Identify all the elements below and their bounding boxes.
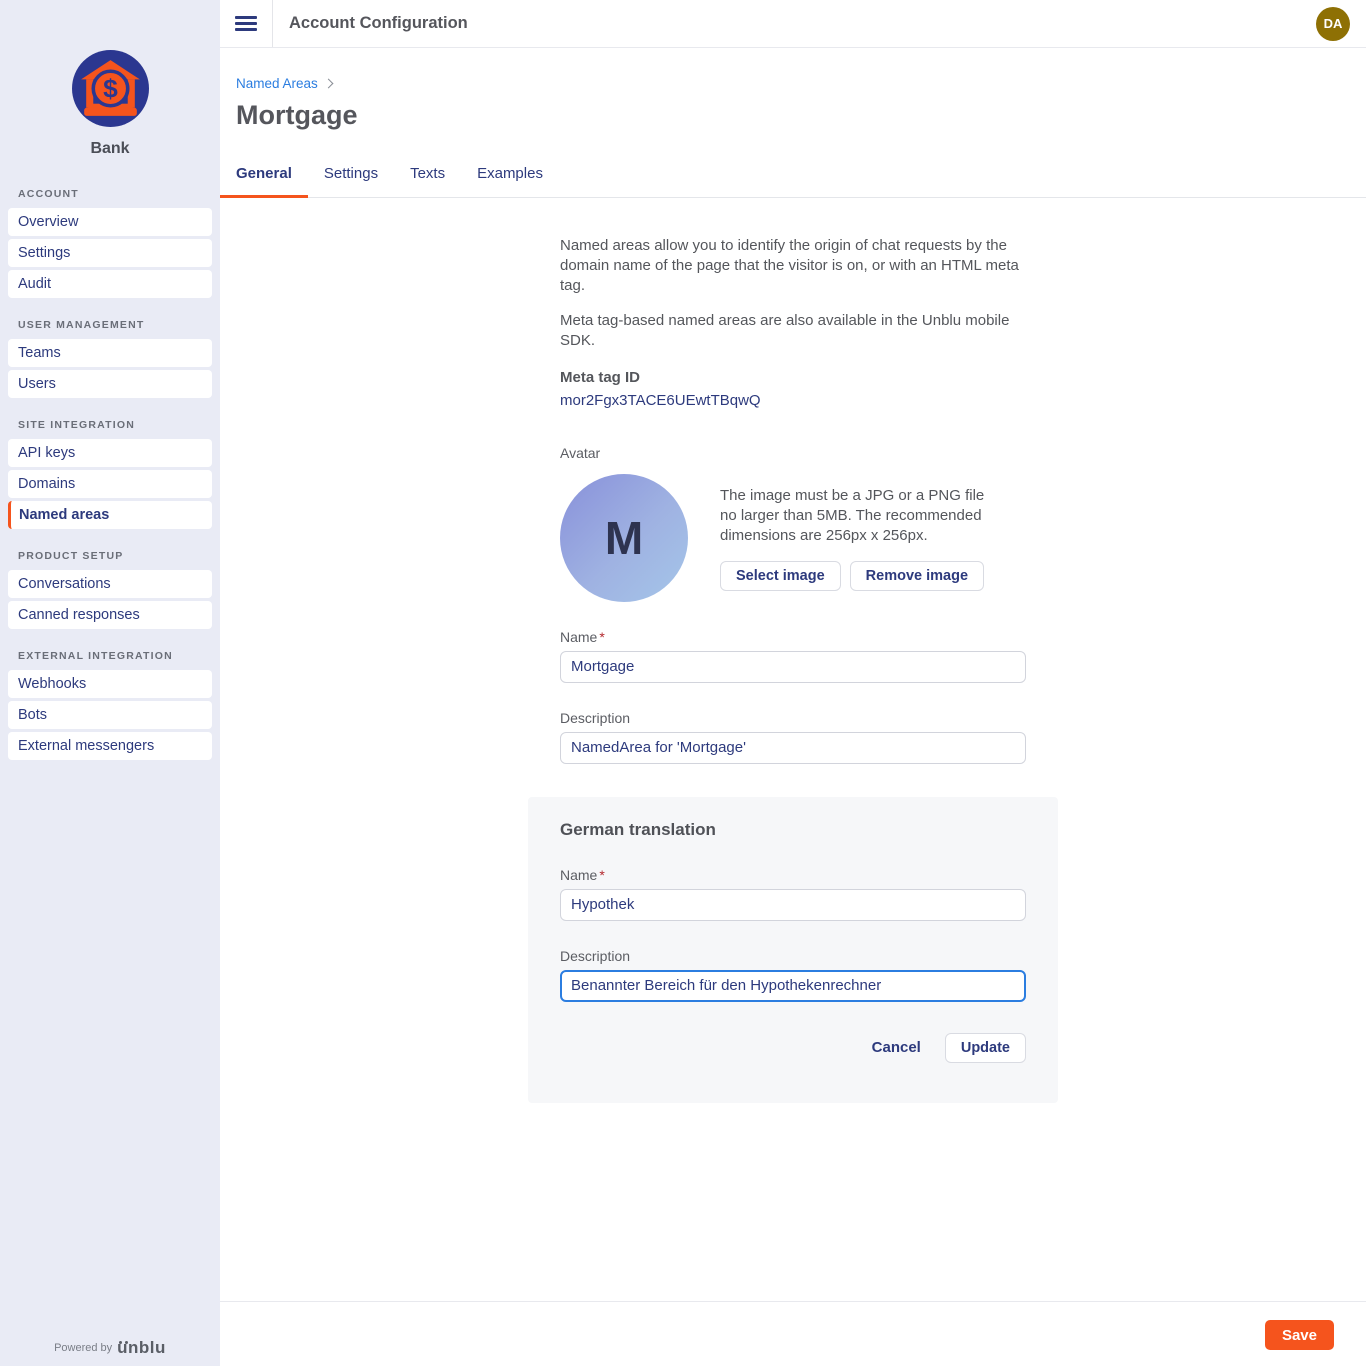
nav-section-user-management: USER MANAGEMENT Teams Users [0, 319, 220, 398]
sidebar-item-label: Bots [18, 707, 47, 723]
sidebar-item-label: Conversations [18, 576, 111, 592]
sidebar-item-label: API keys [18, 445, 75, 461]
sidebar-item-audit[interactable]: Audit [8, 270, 212, 298]
tab-settings[interactable]: Settings [308, 152, 394, 198]
sidebar-item-label: Teams [18, 345, 61, 361]
sidebar-item-label: Users [18, 376, 56, 392]
name-field[interactable] [560, 651, 1026, 683]
sidebar-item-overview[interactable]: Overview [8, 208, 212, 236]
sidebar-item-bots[interactable]: Bots [8, 701, 212, 729]
powered-by-label: Powered by [54, 1342, 112, 1354]
description-label: Description [560, 710, 1026, 726]
nav-section-title: PRODUCT SETUP [0, 550, 220, 562]
sidebar: $ Bank ACCOUNT Overview Settings Audit U… [0, 0, 220, 1366]
nav-section-site-integration: SITE INTEGRATION API keys Domains Named … [0, 419, 220, 529]
menu-toggle-button[interactable] [220, 0, 273, 47]
sidebar-item-webhooks[interactable]: Webhooks [8, 670, 212, 698]
name-label: Name* [560, 629, 1026, 645]
update-button[interactable]: Update [945, 1033, 1026, 1063]
tab-bar: General Settings Texts Examples [220, 152, 1366, 198]
required-asterisk: * [599, 629, 604, 645]
account-name: Bank [0, 140, 220, 158]
svg-text:$: $ [103, 74, 118, 104]
select-image-button[interactable]: Select image [720, 561, 841, 591]
sidebar-item-label: Canned responses [18, 607, 140, 623]
remove-image-button[interactable]: Remove image [850, 561, 984, 591]
meta-tag-id-value: mor2Fgx3TACE6UEwtTBqwQ [560, 392, 1026, 409]
german-name-label: Name* [560, 867, 1026, 883]
app-title: Account Configuration [289, 14, 468, 33]
nav-section-title: ACCOUNT [0, 188, 220, 200]
unblu-wordmark: unblu [117, 1338, 166, 1357]
top-bar: Account Configuration DA [220, 0, 1366, 48]
german-translation-title: German translation [560, 820, 1026, 840]
meta-tag-id-label: Meta tag ID [560, 369, 1026, 386]
unblu-logo[interactable]: unblu [117, 1338, 166, 1358]
german-translation-card: German translation Name* Description Can… [528, 797, 1058, 1103]
sidebar-item-settings[interactable]: Settings [8, 239, 212, 267]
avatar-section: M The image must be a JPG or a PNG file … [560, 474, 1026, 602]
avatar-side: The image must be a JPG or a PNG file no… [720, 474, 1000, 602]
sidebar-item-named-areas[interactable]: Named areas [8, 501, 212, 529]
german-name-label-text: Name [560, 867, 597, 883]
save-button[interactable]: Save [1265, 1320, 1334, 1350]
sidebar-item-conversations[interactable]: Conversations [8, 570, 212, 598]
sidebar-item-external-messengers[interactable]: External messengers [8, 732, 212, 760]
nav-section-account: ACCOUNT Overview Settings Audit [0, 188, 220, 298]
sidebar-item-label: Audit [18, 276, 51, 292]
user-avatar[interactable]: DA [1316, 7, 1350, 41]
german-card-actions: Cancel Update [560, 1033, 1026, 1063]
german-name-field[interactable] [560, 889, 1026, 921]
bank-logo-icon: $ [72, 50, 149, 127]
sidebar-item-label: Webhooks [18, 676, 86, 692]
nav-section-product-setup: PRODUCT SETUP Conversations Canned respo… [0, 550, 220, 629]
avatar-label: Avatar [560, 445, 1026, 461]
nav-section-external-integration: EXTERNAL INTEGRATION Webhooks Bots Exter… [0, 650, 220, 760]
intro-paragraph: Named areas allow you to identify the or… [560, 236, 1026, 295]
sdk-paragraph: Meta tag-based named areas are also avai… [560, 311, 1026, 351]
name-label-text: Name [560, 629, 597, 645]
nav-section-title: USER MANAGEMENT [0, 319, 220, 331]
description-field[interactable] [560, 732, 1026, 764]
sidebar-item-domains[interactable]: Domains [8, 470, 212, 498]
sidebar-item-api-keys[interactable]: API keys [8, 439, 212, 467]
german-description-label: Description [560, 948, 1026, 964]
sidebar-item-teams[interactable]: Teams [8, 339, 212, 367]
tab-examples[interactable]: Examples [461, 152, 559, 198]
sidebar-item-canned-responses[interactable]: Canned responses [8, 601, 212, 629]
avatar-hint-text: The image must be a JPG or a PNG file no… [720, 486, 1000, 545]
breadcrumb: Named Areas [220, 48, 1366, 91]
sidebar-item-label: Domains [18, 476, 75, 492]
nav-section-title: EXTERNAL INTEGRATION [0, 650, 220, 662]
save-footer: Save [220, 1301, 1366, 1366]
german-description-field[interactable] [560, 970, 1026, 1002]
sidebar-item-label: External messengers [18, 738, 154, 754]
sidebar-item-label: Overview [18, 214, 78, 230]
sidebar-item-users[interactable]: Users [8, 370, 212, 398]
sidebar-item-label: Named areas [19, 507, 109, 523]
chevron-right-icon [323, 79, 333, 89]
breadcrumb-named-areas-link[interactable]: Named Areas [236, 76, 318, 91]
nav-section-title: SITE INTEGRATION [0, 419, 220, 431]
named-area-avatar: M [560, 474, 688, 602]
hamburger-icon [235, 13, 257, 34]
avatar-buttons: Select image Remove image [720, 561, 1000, 591]
general-tab-content: Named areas allow you to identify the or… [560, 236, 1026, 1103]
account-logo-block: $ Bank [0, 0, 220, 158]
main-content: Named Areas Mortgage General Settings Te… [220, 48, 1366, 1301]
powered-by: Powered by unblu [0, 1338, 220, 1366]
tab-texts[interactable]: Texts [394, 152, 461, 198]
cancel-button[interactable]: Cancel [872, 1039, 921, 1056]
sidebar-item-label: Settings [18, 245, 70, 261]
sidebar-nav: ACCOUNT Overview Settings Audit USER MAN… [0, 188, 220, 1338]
required-asterisk: * [599, 867, 604, 883]
page-title: Mortgage [236, 100, 1350, 131]
tab-general[interactable]: General [220, 152, 308, 198]
